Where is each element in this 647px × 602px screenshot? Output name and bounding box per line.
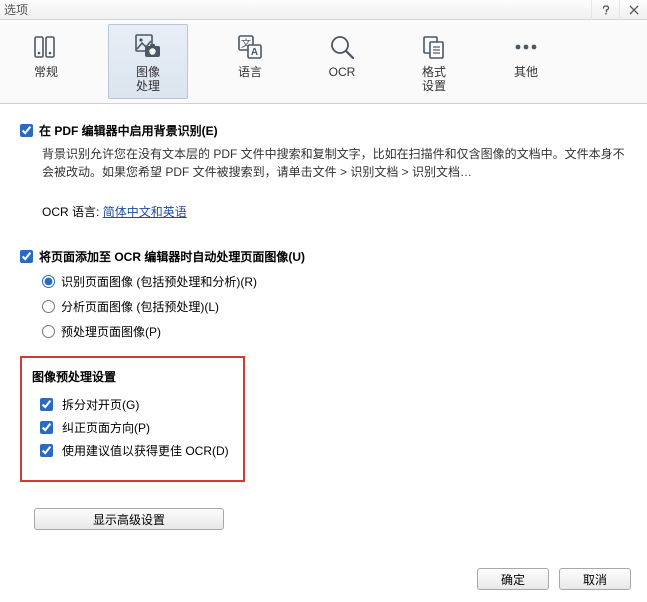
ocr-icon: [326, 31, 358, 63]
tab-other-label: 其他: [514, 65, 538, 79]
close-icon: [629, 5, 639, 15]
tab-image-processing[interactable]: 图像 处理: [108, 24, 188, 99]
window-close-button[interactable]: [619, 0, 647, 20]
image-processing-icon: [132, 31, 164, 63]
recommended-ocr-label: 使用建议值以获得更佳 OCR(D): [62, 442, 229, 459]
recommended-ocr-checkbox[interactable]: [40, 444, 53, 457]
bg-recognition-desc: 背景识别允许您在没有文本层的 PDF 文件中搜索和复制文字，比如在扫描件和仅含图…: [42, 145, 627, 181]
auto-process-label: 将页面添加至 OCR 编辑器时自动处理页面图像(U): [39, 248, 305, 265]
window-title: 选项: [4, 1, 591, 18]
tab-format-label: 格式 设置: [422, 65, 446, 94]
tab-language-label: 语言: [238, 65, 262, 79]
tab-general[interactable]: 常规: [16, 24, 76, 84]
tab-ocr-label: OCR: [329, 65, 356, 79]
svg-text:A: A: [251, 47, 258, 58]
enable-bg-recognition-label: 在 PDF 编辑器中启用背景识别(E): [39, 122, 218, 139]
correct-orientation-checkbox[interactable]: [40, 421, 53, 434]
format-icon: [418, 31, 450, 63]
ok-button[interactable]: 确定: [477, 568, 549, 590]
auto-process-checkbox[interactable]: [20, 250, 33, 263]
radio-preprocess-label: 预处理页面图像(P): [61, 323, 161, 340]
radio-preprocess[interactable]: [42, 325, 55, 338]
correct-orientation-label: 纠正页面方向(P): [62, 419, 150, 436]
preprocessing-title: 图像预处理设置: [32, 368, 229, 385]
window-help-button[interactable]: [591, 0, 619, 20]
radio-analyze-label: 分析页面图像 (包括预处理)(L): [61, 298, 219, 315]
ocr-language-link[interactable]: 简体中文和英语: [103, 205, 187, 219]
general-icon: [30, 31, 62, 63]
split-facing-checkbox[interactable]: [40, 398, 53, 411]
tab-image-processing-label: 图像 处理: [136, 65, 160, 94]
radio-recognize-label: 识别页面图像 (包括预处理和分析)(R): [61, 273, 257, 290]
radio-recognize[interactable]: [42, 275, 55, 288]
tab-ocr[interactable]: OCR: [312, 24, 372, 84]
cancel-button[interactable]: 取消: [559, 568, 631, 590]
ocr-language-label: OCR 语言:: [42, 205, 99, 219]
preprocessing-group: 图像预处理设置 拆分对开页(G) 纠正页面方向(P) 使用建议值以获得更佳 OC…: [20, 356, 245, 482]
tab-language[interactable]: 文A 语言: [220, 24, 280, 84]
show-advanced-button[interactable]: 显示高级设置: [34, 508, 224, 530]
tab-other[interactable]: 其他: [496, 24, 556, 84]
help-icon: [601, 5, 611, 15]
tab-general-label: 常规: [34, 65, 58, 79]
enable-bg-recognition-checkbox[interactable]: [20, 124, 33, 137]
other-icon: [510, 31, 542, 63]
tab-format[interactable]: 格式 设置: [404, 24, 464, 99]
split-facing-label: 拆分对开页(G): [62, 396, 139, 413]
radio-analyze[interactable]: [42, 300, 55, 313]
language-icon: 文A: [234, 31, 266, 63]
